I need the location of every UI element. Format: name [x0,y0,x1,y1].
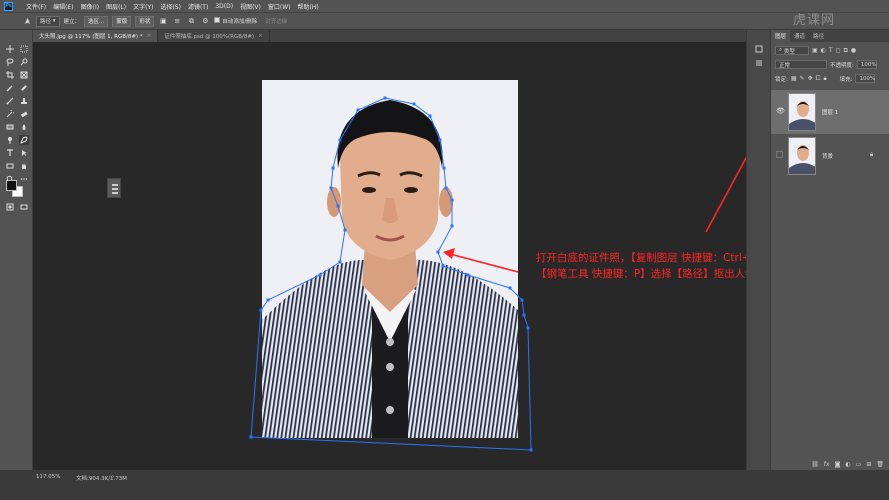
panel-tabs: 图层 通道 路径 [771,30,889,42]
link-layers-icon[interactable]: ⛓︎ [811,461,819,468]
add-mask-icon[interactable]: ◙ [835,461,841,468]
lock-transparent-icon[interactable]: ▦ [791,75,797,82]
arrow-to-path-line [449,253,519,273]
fill-label: 填充: [839,76,853,83]
document-info[interactable]: 文档:904.3K/1.73M [76,474,127,482]
filter-smart-object-icon[interactable]: ⧉ [844,47,848,55]
arrow-head-icon [443,248,455,259]
lock-fill-row: 锁定: ▦ ✎ ✥ ⧠ 🔒︎ 填充: 100% [775,74,876,83]
layer-row-layer1[interactable]: 👁︎ 图层 1 [771,90,889,134]
status-bar: 117.05% 文档:904.3K/1.73M › [0,470,889,500]
lock-position-icon[interactable]: ✥ [808,75,813,82]
new-layer-icon[interactable]: ⊞ [866,461,871,468]
opacity-field[interactable]: 100% [856,60,877,69]
visibility-toggle-empty[interactable] [776,151,783,158]
layer-name: 图层 1 [822,110,839,116]
blend-mode-value: 正常 [779,62,791,69]
filter-adjustment-icon[interactable]: ◐ [821,47,826,54]
filter-toggle-icon[interactable]: ● [851,47,856,54]
fill-value: 100% [859,75,876,82]
filter-type-icon[interactable]: T [829,47,833,54]
lock-artboard-icon[interactable]: ⧠ [816,75,821,83]
layer-name: 背景 [822,154,834,160]
layer-filter-row: ⌕ 类型 ▣ ◐ T ◻ ⧉ ● [775,46,856,55]
layers-panel: 图层 通道 路径 ⌕ 类型 ▣ ◐ T ◻ ⧉ ● 正常 不透明度: 100% … [770,30,889,470]
filter-kind-value: 类型 [783,48,795,55]
lock-icon: 🔒︎ [870,151,874,158]
collapsed-panel-strip [746,30,770,470]
lock-image-icon[interactable]: ✎ [800,75,805,82]
adjustment-layer-icon[interactable]: ◐ [845,461,850,468]
blend-opacity-row: 正常 不透明度: 100% [775,60,877,69]
filter-search-icon: ⌕ [779,47,783,53]
properties-panel-icon[interactable] [754,58,764,68]
blend-mode-select[interactable]: 正常 [775,60,827,69]
layer-style-icon[interactable]: fx [824,461,830,468]
lock-all-icon[interactable]: 🔒︎ [823,75,826,83]
delete-layer-icon[interactable]: 🗑︎ [876,461,884,468]
layer-thumbnail [788,93,816,131]
zoom-level[interactable]: 117.05% [36,474,60,480]
tab-channels[interactable]: 通道 [790,30,809,42]
visibility-eye-icon[interactable]: 👁︎ [776,107,785,115]
tab-layers[interactable]: 图层 [771,30,791,42]
history-panel-icon[interactable] [754,44,764,54]
lock-label: 锁定: [775,76,788,83]
layer-row-background[interactable]: 背景 🔒︎ [771,134,889,178]
layer-thumbnail [788,137,816,175]
opacity-value: 100% [860,61,877,68]
layers-panel-footer: ⛓︎ fx ◙ ◐ ▭ ⊞ 🗑︎ [771,458,889,470]
status-menu-chevron-icon[interactable]: › [112,474,114,480]
filter-shape-icon[interactable]: ◻ [836,47,841,54]
tab-paths[interactable]: 路径 [809,30,828,42]
new-group-icon[interactable]: ▭ [856,461,862,468]
filter-kind-select[interactable]: ⌕ 类型 [775,46,809,55]
opacity-label: 不透明度: [830,62,854,69]
foreground-color-swatch[interactable] [6,180,17,191]
filter-pixel-icon[interactable]: ▣ [812,47,818,54]
fill-field[interactable]: 100% [855,74,876,83]
